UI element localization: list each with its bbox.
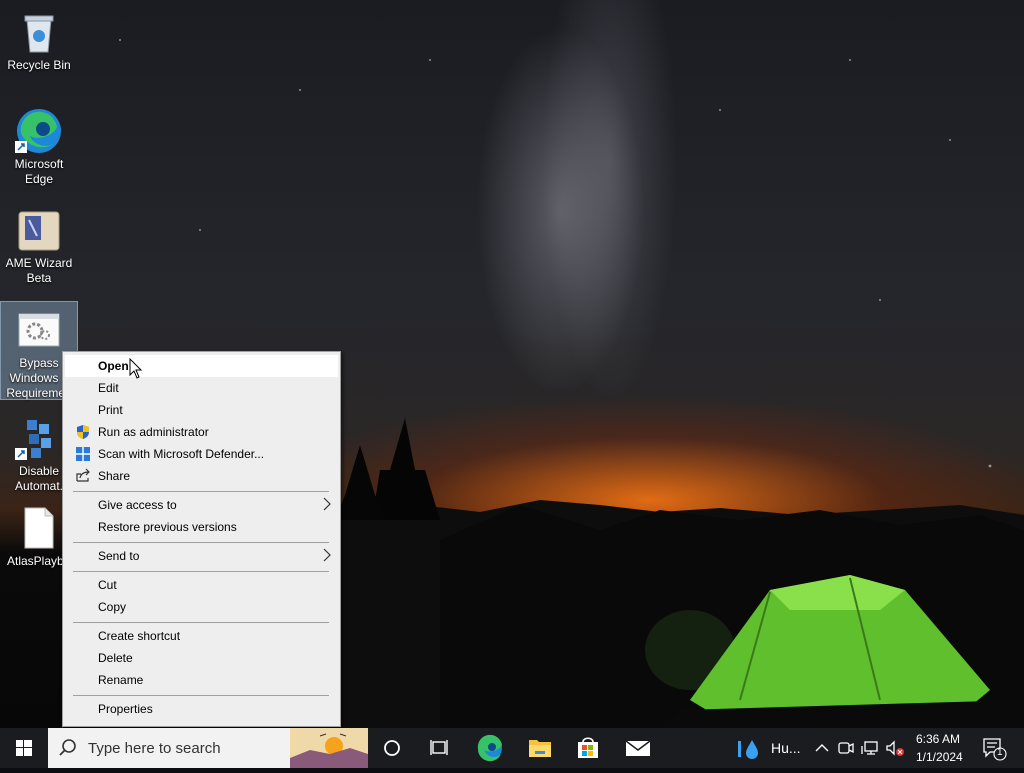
file-explorer-icon (529, 740, 551, 757)
menu-item-properties[interactable]: Properties (65, 698, 338, 720)
task-view-icon (430, 740, 448, 755)
menu-item-label: Cut (98, 578, 117, 592)
microsoft-store-icon (578, 737, 598, 758)
menu-item-scan-defender[interactable]: Scan with Microsoft Defender... (65, 443, 338, 465)
menu-item-label: Scan with Microsoft Defender... (98, 447, 265, 461)
tray-network[interactable] (860, 738, 880, 758)
menu-item-label: Run as administrator (98, 425, 209, 439)
action-center-button[interactable]: 1 (978, 734, 1008, 762)
volume-muted-icon (886, 740, 904, 756)
taskbar-search-box[interactable]: Type here to search (48, 728, 368, 768)
menu-item-delete[interactable]: Delete (65, 647, 338, 669)
menu-item-label: Send to (98, 549, 140, 563)
menu-item-give-access[interactable]: Give access to (65, 494, 338, 516)
start-button[interactable] (0, 728, 48, 768)
menu-item-print[interactable]: Print (65, 399, 338, 421)
menu-separator (73, 542, 329, 543)
show-hidden-icons-button[interactable] (812, 738, 832, 758)
menu-item-label: Share (98, 469, 131, 483)
humidity-drop-icon (738, 740, 758, 759)
ame-wizard-icon (15, 206, 63, 254)
notification-icon (983, 738, 1007, 761)
menu-item-open[interactable]: Open (65, 355, 338, 377)
windows-logo-icon (16, 740, 32, 756)
menu-item-rename[interactable]: Rename (65, 669, 338, 691)
weather-widget[interactable]: Hu... (736, 736, 801, 760)
tray-volume[interactable] (884, 738, 906, 758)
menu-separator (73, 695, 329, 696)
tray-meet-now[interactable] (836, 738, 856, 758)
search-icon (59, 739, 76, 756)
desktop-icon-label: AME Wizard Beta (5, 256, 73, 285)
desktop-icon-ame-wizard[interactable]: AME Wizard Beta (1, 202, 77, 288)
desktop-icon-label: Recycle Bin (7, 58, 71, 72)
uac-shield-icon (75, 424, 91, 440)
notification-count-badge: 1 (997, 747, 1003, 758)
edge-icon (477, 734, 502, 762)
chevron-right-icon (322, 548, 332, 562)
search-highlight-illustration-icon (290, 728, 368, 768)
edge-icon (15, 107, 63, 155)
mail-icon (625, 740, 651, 756)
chevron-right-icon (322, 497, 332, 511)
menu-item-share[interactable]: Share (65, 465, 338, 487)
network-icon (861, 741, 878, 755)
menu-item-label: Edit (98, 381, 119, 395)
menu-item-label: Properties (98, 702, 153, 716)
menu-item-run-as-administrator[interactable]: Run as administrator (65, 421, 338, 443)
menu-item-edit[interactable]: Edit (65, 377, 338, 399)
clock-date: 1/1/2024 (916, 750, 963, 764)
menu-item-label: Restore previous versions (98, 520, 237, 534)
taskbar-file-explorer-button[interactable] (516, 728, 564, 768)
menu-item-copy[interactable]: Copy (65, 596, 338, 618)
mouse-cursor-icon (129, 357, 143, 380)
menu-item-label: Print (98, 403, 123, 417)
cortana-button[interactable] (368, 728, 416, 768)
clock-time: 6:36 AM (916, 732, 961, 746)
menu-separator (73, 622, 329, 623)
taskbar-store-button[interactable] (564, 728, 612, 768)
defender-icon (75, 446, 91, 462)
menu-item-restore-previous-versions[interactable]: Restore previous versions (65, 516, 338, 538)
menu-item-create-shortcut[interactable]: Create shortcut (65, 625, 338, 647)
menu-item-label: Copy (98, 600, 127, 614)
recycle-bin-icon (15, 8, 63, 56)
blank-file-icon (15, 504, 63, 552)
cortana-circle-icon (384, 740, 400, 756)
menu-item-label: Rename (98, 673, 144, 687)
menu-item-label: Give access to (98, 498, 177, 512)
weather-text: Hu... (771, 740, 801, 756)
desktop-icon-label: Microsoft Edge (14, 157, 64, 186)
desktop-icon-recycle-bin[interactable]: Recycle Bin (1, 4, 77, 76)
search-placeholder: Type here to search (88, 740, 221, 757)
menu-separator (73, 571, 329, 572)
settings-script-icon (15, 306, 63, 354)
menu-item-label: Delete (98, 651, 133, 665)
menu-item-cut[interactable]: Cut (65, 574, 338, 596)
taskbar-clock[interactable]: 6:36 AM 1/1/2024 (908, 730, 970, 766)
menu-separator (73, 491, 329, 492)
task-view-button[interactable] (416, 728, 464, 768)
context-menu: Open Edit Print Run as administrator Sca… (62, 351, 341, 727)
taskbar-edge-button[interactable] (466, 728, 514, 768)
desktop-icon-edge[interactable]: Microsoft Edge (1, 103, 77, 189)
menu-item-label: Open (98, 359, 129, 373)
taskbar: Type here to search Hu... 6:36 AM 1/1/20… (0, 728, 1024, 768)
taskbar-mail-button[interactable] (614, 728, 662, 768)
chevron-up-icon (815, 744, 829, 752)
registry-icon (15, 414, 63, 462)
menu-item-send-to[interactable]: Send to (65, 545, 338, 567)
meet-now-icon (838, 742, 854, 754)
share-icon (75, 468, 91, 484)
menu-item-label: Create shortcut (98, 629, 181, 643)
